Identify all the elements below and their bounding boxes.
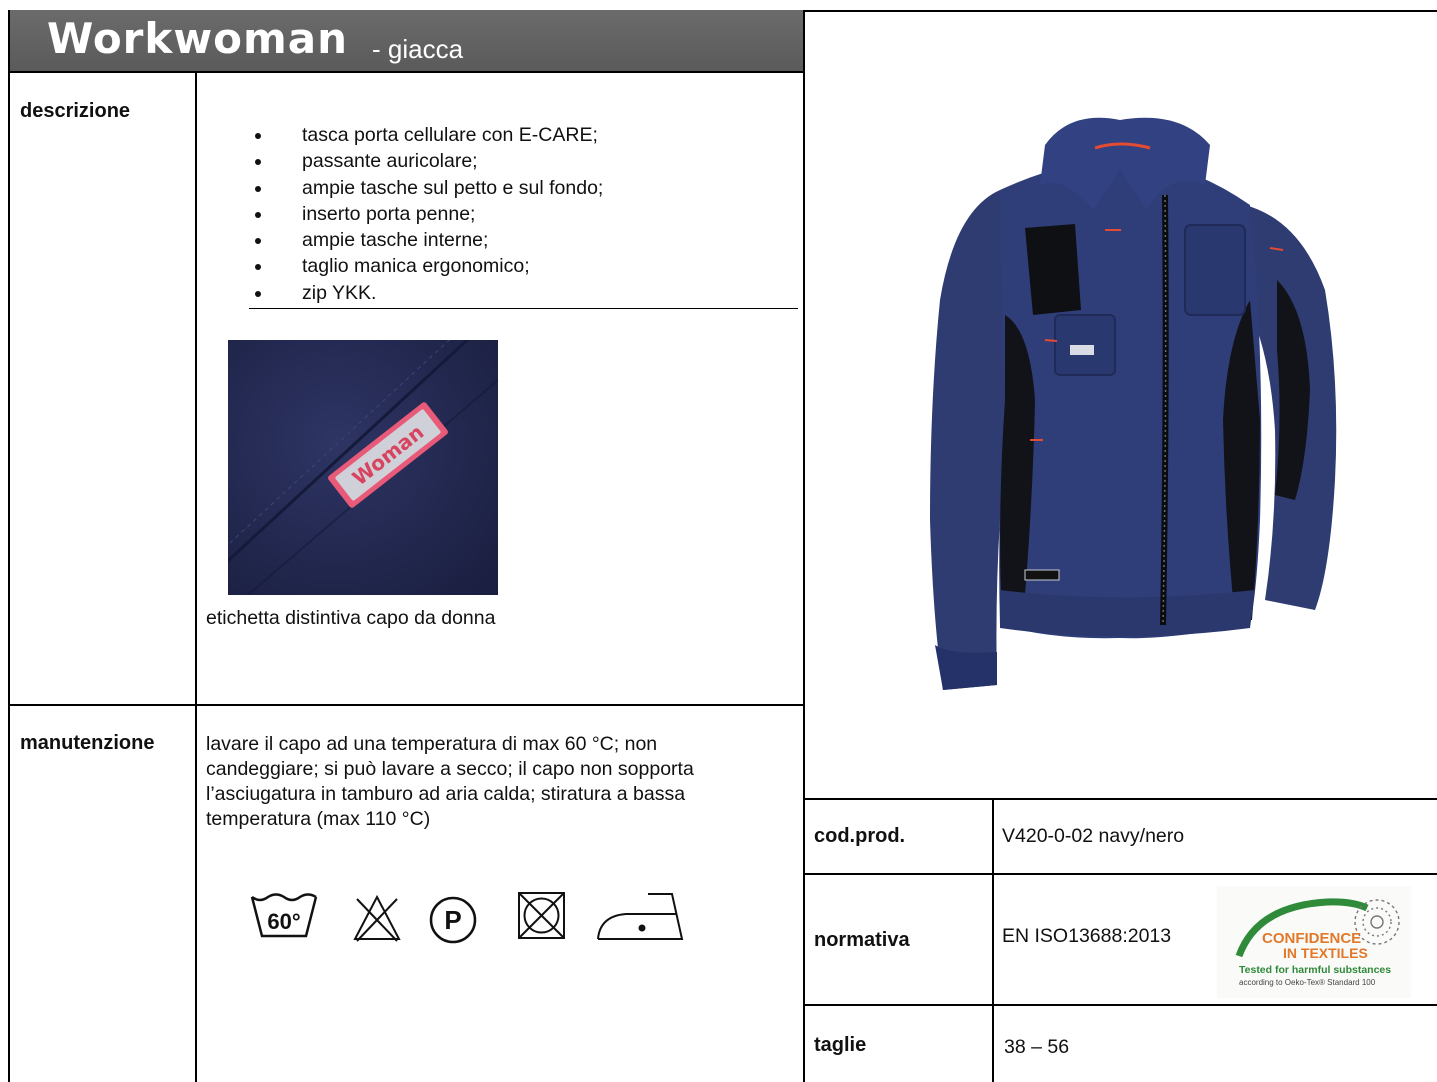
header-bottom-border (8, 71, 805, 73)
codprod-bottom-border (803, 873, 1437, 875)
descrizione-bottom-border (8, 704, 805, 706)
jacket-photo (905, 100, 1345, 700)
dry-clean-p-icon: P (428, 895, 478, 950)
codprod-value: V420-0-02 navy/nero (1002, 825, 1185, 847)
middle-column-border (803, 10, 805, 1082)
left-border (8, 10, 10, 1082)
taglie-label: taglie (814, 1034, 867, 1056)
no-tumble-dry-icon (517, 891, 567, 946)
svg-text:P: P (444, 905, 461, 935)
manutenzione-label: manutenzione (20, 732, 155, 754)
specs-column-border (992, 798, 994, 1082)
feature-list-underline (249, 308, 798, 309)
list-item: passante auricolare; (250, 148, 800, 174)
taglie-value: 38 – 56 (1004, 1036, 1070, 1058)
list-item: taglio manica ergonomico; (250, 253, 800, 279)
no-bleach-icon (351, 893, 403, 948)
top-border-right (804, 10, 1437, 12)
list-item: tasca porta cellulare con E-CARE; (250, 122, 800, 148)
iron-low-icon (596, 890, 686, 947)
specs-top-border (803, 798, 1437, 800)
photo-caption: etichetta distintiva capo da donna (206, 607, 496, 629)
descrizione-label: descrizione (20, 100, 131, 122)
svg-text:Tested for harmful substances: Tested for harmful substances (1239, 964, 1391, 976)
svg-text:60°: 60° (267, 909, 300, 934)
list-item: ampie tasche sul petto e sul fondo; (250, 175, 800, 201)
list-item: ampie tasche interne; (250, 227, 800, 253)
feature-list: tasca porta cellulare con E-CARE; passan… (250, 122, 800, 306)
svg-text:IN TEXTILES: IN TEXTILES (1283, 945, 1368, 961)
list-item: zip YKK. (250, 280, 800, 306)
label-column-border (195, 71, 197, 1082)
product-name: Workwoman (47, 14, 348, 63)
normativa-bottom-border (803, 1004, 1437, 1006)
list-item: inserto porta penne; (250, 201, 800, 227)
codprod-label: cod.prod. (814, 825, 906, 847)
care-instructions: lavare il capo ad una temperatura di max… (206, 733, 694, 830)
fabric-label-photo: Woman (228, 340, 498, 595)
normativa-value: EN ISO13688:2013 (1002, 925, 1172, 947)
product-type: - giacca (372, 34, 464, 64)
oeko-tex-logo: CONFIDENCE IN TEXTILES Tested for harmfu… (1217, 886, 1411, 998)
svg-text:according to Oeko-Tex® Standar: according to Oeko-Tex® Standard 100 (1239, 978, 1376, 987)
wash-60-icon: 60° (250, 893, 318, 944)
normativa-label: normativa (814, 929, 910, 951)
